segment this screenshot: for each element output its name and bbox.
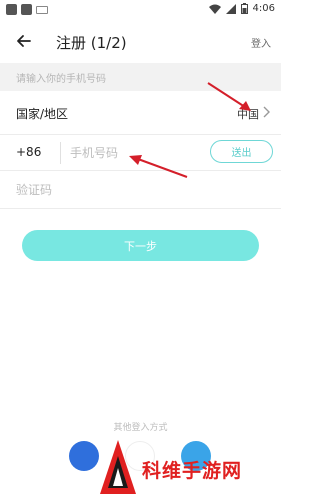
country-code[interactable]: +86 <box>16 145 41 159</box>
other-login-label: 其他登入方式 <box>113 423 168 433</box>
back-arrow-icon[interactable] <box>14 31 34 51</box>
watermark-logo-icon <box>100 440 136 494</box>
clock: 4:06 <box>252 3 275 14</box>
notification-icons <box>6 4 48 15</box>
watermark-text: 科维手游网 <box>142 460 243 482</box>
chevron-right-icon <box>263 106 270 118</box>
app-notification-icon <box>6 4 17 15</box>
app-header: 注册 (1/2) 登入 <box>0 26 281 58</box>
status-bar: 4:06 <box>0 0 281 20</box>
signal-icon <box>225 3 236 14</box>
hint-text: 请输入你的手机号码 <box>16 74 106 85</box>
divider <box>60 142 61 164</box>
region-label: 国家/地区 <box>16 107 69 121</box>
verification-code-input[interactable] <box>16 180 216 200</box>
battery-icon <box>240 3 248 14</box>
system-icons: 4:06 <box>208 3 275 14</box>
send-code-button[interactable]: 送出 <box>210 140 273 163</box>
wifi-icon <box>208 4 221 14</box>
app-notification-icon <box>21 4 32 15</box>
annotation-arrow-region <box>207 82 251 111</box>
annotation-arrow-phone <box>129 155 188 178</box>
page-title: 注册 (1/2) <box>56 34 127 52</box>
site-watermark: 科维手游网 <box>94 436 281 500</box>
keyboard-icon <box>36 6 48 14</box>
next-step-button[interactable]: 下一步 <box>22 230 259 261</box>
login-link[interactable]: 登入 <box>251 35 271 50</box>
